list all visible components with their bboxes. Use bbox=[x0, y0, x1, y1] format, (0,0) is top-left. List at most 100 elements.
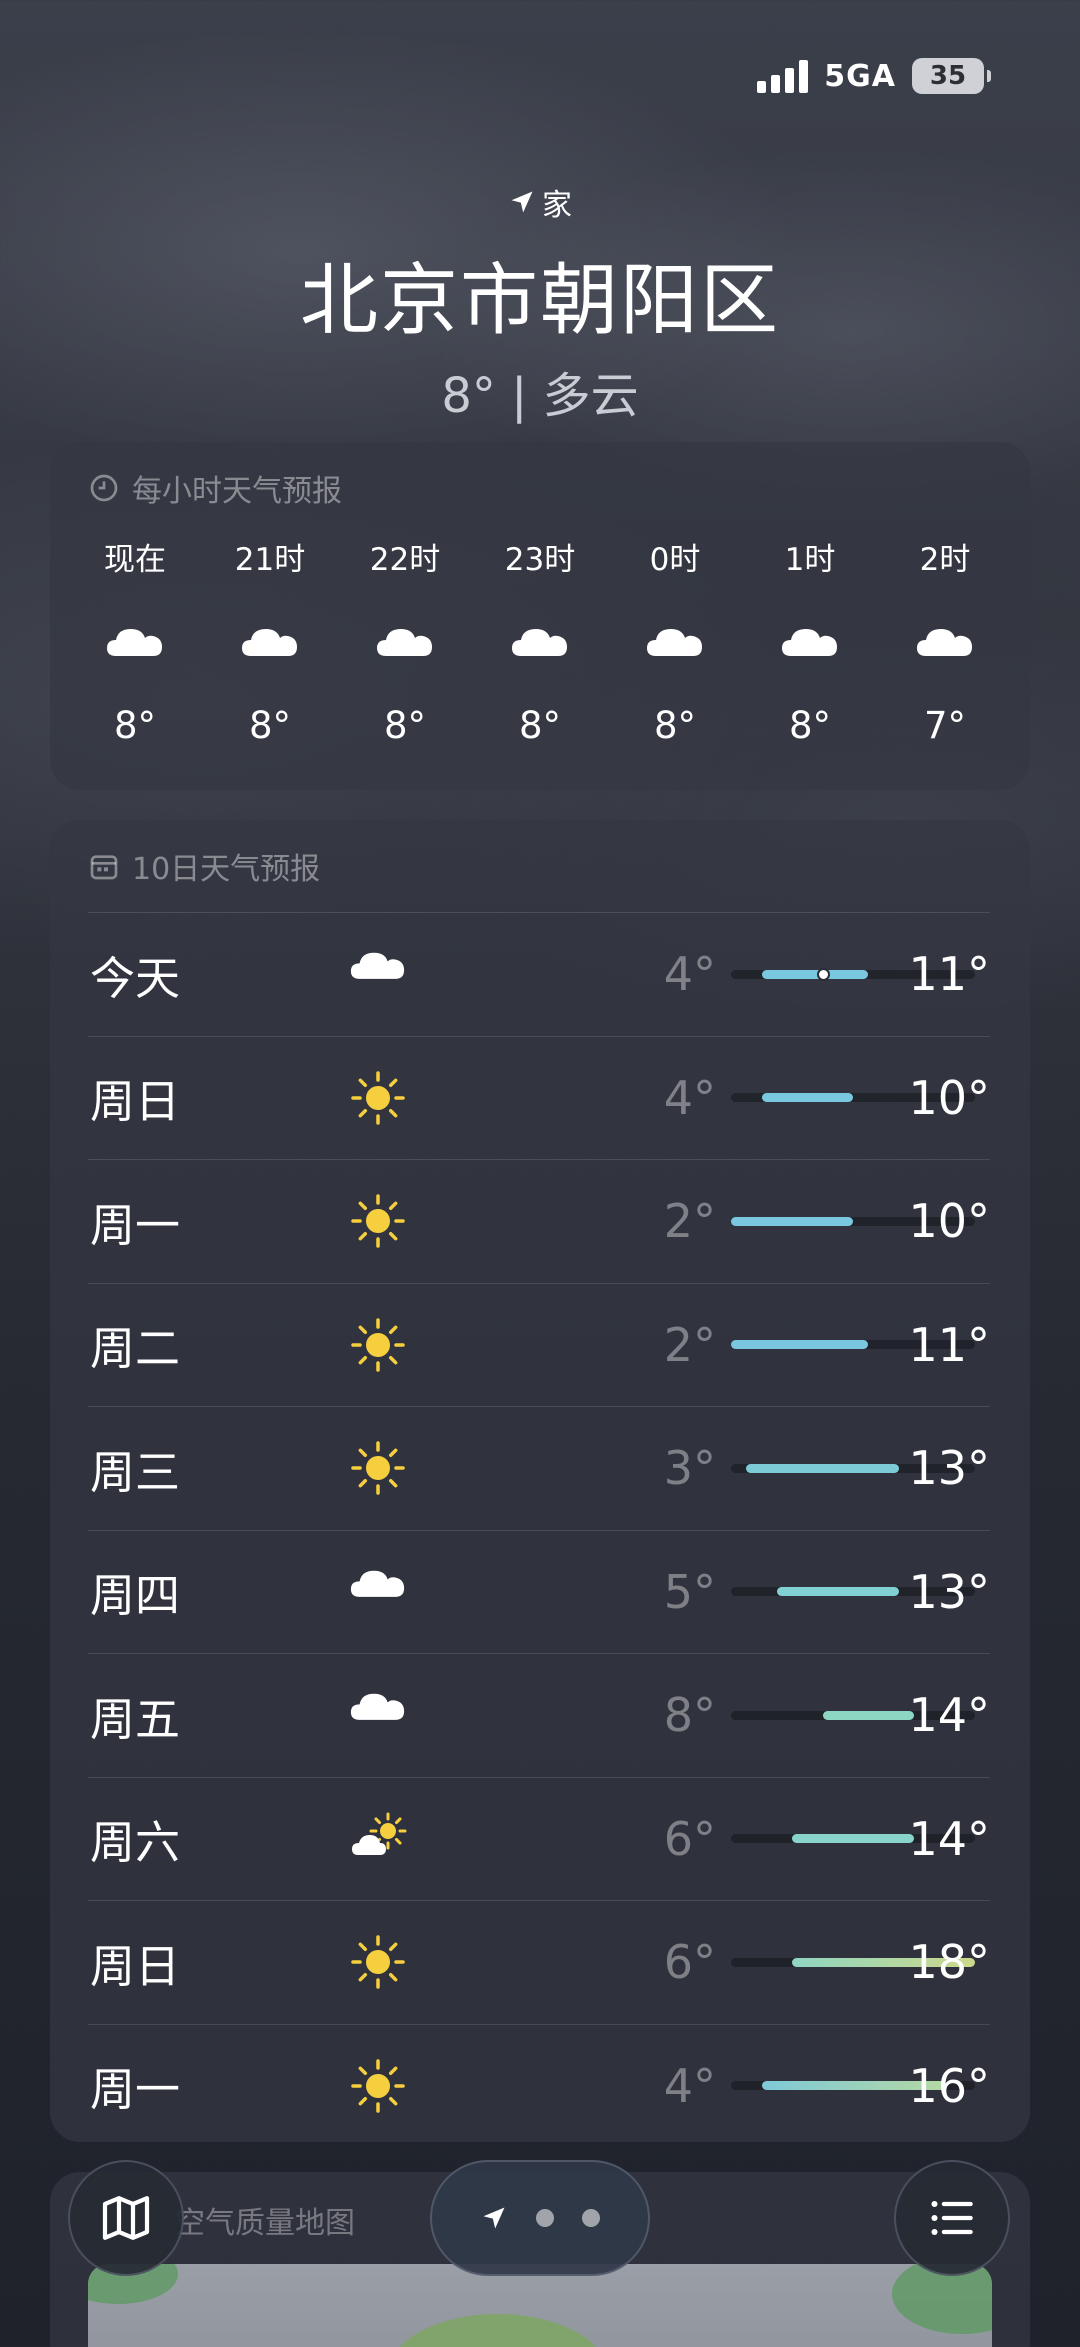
hourly-item: 1时 8° bbox=[755, 534, 865, 747]
day-high-temp: 10° bbox=[908, 1070, 990, 1125]
cloud-icon bbox=[348, 1562, 408, 1622]
hourly-forecast-card[interactable]: 每小时天气预报 现在 8° 21时 8° 22时 8° 23时 8° 0时 8°… bbox=[50, 442, 1030, 790]
hour-temp: 8° bbox=[518, 704, 562, 747]
day-name: 今天 bbox=[90, 951, 181, 1005]
hourly-item: 21时 8° bbox=[215, 534, 325, 747]
daily-row[interactable]: 周一 2° 10° bbox=[88, 1159, 990, 1283]
day-low-temp: 4° bbox=[663, 1070, 716, 1125]
hour-temp: 8° bbox=[383, 704, 427, 747]
daily-row[interactable]: 周日 6° 18° bbox=[88, 1900, 990, 2024]
network-type: 5GA bbox=[824, 58, 896, 94]
hour-temp: 8° bbox=[653, 704, 697, 747]
city-name: 北京市朝阳区 bbox=[299, 256, 780, 346]
hourly-forecast-title: 每小时天气预报 bbox=[50, 442, 1030, 510]
hour-label: 23时 bbox=[504, 542, 576, 578]
location-line: 家 bbox=[0, 180, 1080, 224]
hourly-item: 0时 8° bbox=[620, 534, 730, 747]
hour-temp: 8° bbox=[113, 704, 157, 747]
day-low-temp: 2° bbox=[663, 1317, 716, 1372]
day-name: 周四 bbox=[90, 1569, 181, 1623]
air-quality-map-preview[interactable] bbox=[88, 2264, 992, 2347]
hour-temp: 8° bbox=[248, 704, 292, 747]
day-low-temp: 3° bbox=[663, 1441, 716, 1496]
daily-row[interactable]: 周日 4° 10° bbox=[88, 1035, 990, 1160]
daily-row[interactable]: 今天 4° 11° bbox=[88, 912, 990, 1036]
ten-day-title-text: 10日天气预报 bbox=[132, 852, 321, 887]
hourly-title-text: 每小时天气预报 bbox=[132, 474, 342, 509]
temp-range-fill bbox=[731, 1216, 853, 1226]
hour-label: 1时 bbox=[784, 542, 836, 578]
day-low-temp: 6° bbox=[663, 1811, 716, 1866]
current-temp-marker bbox=[816, 967, 830, 981]
day-high-temp: 16° bbox=[908, 2058, 990, 2113]
day-low-temp: 4° bbox=[663, 2058, 716, 2113]
day-high-temp: 14° bbox=[908, 1811, 990, 1866]
hour-label: 2时 bbox=[919, 542, 971, 578]
temp-range-fill bbox=[776, 1587, 899, 1597]
map-button[interactable] bbox=[68, 2160, 184, 2276]
hourly-list: 现在 8° 21时 8° 22时 8° 23时 8° 0时 8° 1时 8° 2… bbox=[50, 510, 1030, 747]
hour-temp: 7° bbox=[923, 704, 967, 747]
battery-level: 35 bbox=[929, 61, 967, 91]
calendar-icon bbox=[90, 855, 118, 880]
day-name: 周日 bbox=[90, 1075, 181, 1129]
daily-row[interactable]: 周一 4° 16° bbox=[88, 2023, 990, 2148]
day-high-temp: 11° bbox=[908, 1317, 990, 1372]
day-low-temp: 4° bbox=[663, 947, 716, 1002]
sun-icon bbox=[348, 1932, 408, 1992]
cloud-icon bbox=[644, 620, 706, 660]
day-name: 周三 bbox=[90, 1445, 181, 1499]
temp-range-fill bbox=[731, 1340, 869, 1350]
cloud-icon bbox=[239, 620, 301, 660]
sun-icon bbox=[348, 1068, 408, 1128]
day-high-temp: 13° bbox=[908, 1441, 990, 1496]
ten-day-forecast-card[interactable]: 10日天气预报 今天 4° 11° 周日 4° 10° 周一 2° 10° 周二… bbox=[50, 820, 1030, 2142]
page-dot[interactable] bbox=[582, 2209, 600, 2227]
partly-sunny-icon bbox=[348, 1809, 408, 1869]
temp-range-fill bbox=[746, 1463, 899, 1473]
cloud-icon bbox=[914, 620, 976, 660]
air-quality-map-title: 空气质量地图 bbox=[175, 2206, 355, 2241]
sun-icon bbox=[348, 1438, 408, 1498]
ten-day-forecast-title: 10日天气预报 bbox=[50, 820, 1030, 888]
day-high-temp: 14° bbox=[908, 1688, 990, 1743]
hourly-item: 2时 7° bbox=[890, 534, 1000, 747]
daily-row[interactable]: 周三 3° 13° bbox=[88, 1406, 990, 1530]
temp-range-fill bbox=[761, 969, 869, 979]
hour-label: 现在 bbox=[104, 542, 166, 578]
sun-icon bbox=[348, 1191, 408, 1251]
day-low-temp: 6° bbox=[663, 1935, 716, 1990]
cloud-icon bbox=[509, 620, 571, 660]
hour-label: 22时 bbox=[369, 542, 441, 578]
current-conditions: 8° | 多云 bbox=[441, 368, 639, 424]
map-icon bbox=[102, 2196, 150, 2240]
city-list-button[interactable] bbox=[894, 2160, 1010, 2276]
status-bar: 5GA 35 bbox=[757, 58, 991, 94]
page-dot[interactable] bbox=[536, 2209, 554, 2227]
sun-icon bbox=[348, 1315, 408, 1375]
day-name: 周一 bbox=[90, 2063, 181, 2117]
day-name: 周二 bbox=[90, 1322, 181, 1376]
hourly-item: 现在 8° bbox=[80, 534, 190, 747]
day-name: 周日 bbox=[90, 1939, 181, 1993]
daily-row[interactable]: 周四 5° 13° bbox=[88, 1529, 990, 1654]
page-indicator[interactable] bbox=[430, 2160, 650, 2276]
daily-row[interactable]: 周五 8° 14° bbox=[88, 1653, 990, 1777]
day-low-temp: 2° bbox=[663, 1194, 716, 1249]
hour-temp: 8° bbox=[788, 704, 832, 747]
cloud-icon bbox=[348, 944, 408, 1004]
hourly-item: 22时 8° bbox=[350, 534, 460, 747]
location-header: 家 北京市朝阳区 8° | 多云 bbox=[0, 180, 1080, 426]
day-name: 周五 bbox=[90, 1692, 181, 1746]
cloud-icon bbox=[779, 620, 841, 660]
day-high-temp: 11° bbox=[908, 947, 990, 1002]
day-low-temp: 8° bbox=[663, 1688, 716, 1743]
location-label: 家 bbox=[542, 188, 572, 223]
daily-row[interactable]: 周二 2° 11° bbox=[88, 1282, 990, 1407]
cloud-icon bbox=[348, 1685, 408, 1745]
clock-icon bbox=[90, 474, 118, 502]
cloud-icon bbox=[104, 620, 166, 660]
daily-row[interactable]: 周六 6° 14° bbox=[88, 1776, 990, 1901]
battery-icon: 35 bbox=[912, 58, 991, 94]
hourly-item: 23时 8° bbox=[485, 534, 595, 747]
